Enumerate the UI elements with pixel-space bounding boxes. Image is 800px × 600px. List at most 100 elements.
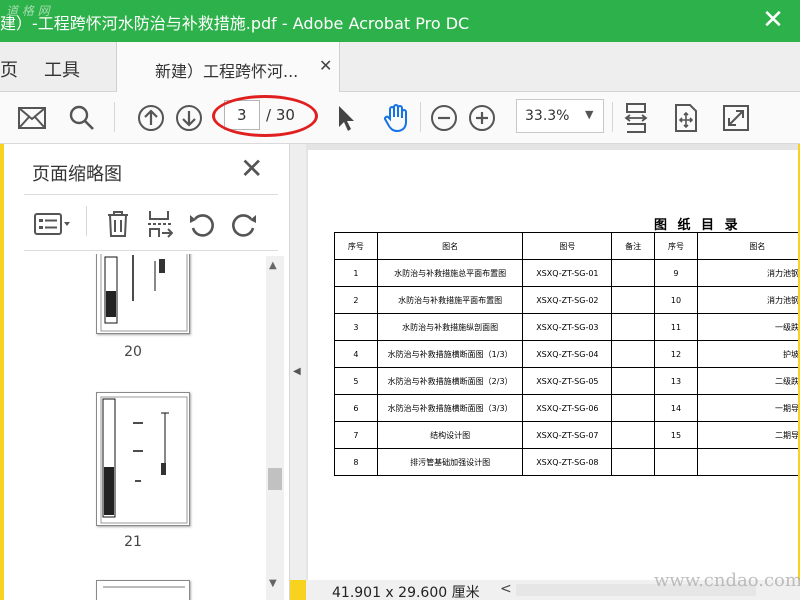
document-view[interactable]: 图 纸 目 录 序号 图名 图号 备注 序号 图名 1 水防治与补救措施总平面布置… xyxy=(306,144,798,580)
table-cell: 水防治与补救措施平面布置图 xyxy=(376,286,524,314)
window-close-button[interactable]: ✕ xyxy=(756,5,790,37)
table-cell: 二级跌水钢 xyxy=(696,367,798,395)
table-cell xyxy=(611,340,656,368)
zoom-out-button[interactable] xyxy=(426,100,462,136)
table-cell xyxy=(611,367,656,395)
extract-page-button[interactable] xyxy=(142,206,178,242)
table-row: 3水防治与补救措施纵剖面图XSXQ-ZT-SG-03 11一级跌水钢 xyxy=(334,313,798,341)
rotate-right-button[interactable] xyxy=(226,206,262,242)
tab-bar: 页 工具 新建）工程跨怀河... ✕ xyxy=(0,42,800,92)
table-cell: 5 xyxy=(334,367,378,395)
trash-icon xyxy=(108,211,128,237)
page-thumbnail-22[interactable] xyxy=(96,580,190,600)
collapse-arrow-icon[interactable]: ◀ xyxy=(293,366,301,377)
zoom-in-button[interactable] xyxy=(464,100,500,136)
select-tool-button[interactable] xyxy=(328,100,364,136)
table-cell: 15 xyxy=(654,421,698,449)
scroll-down-icon[interactable]: ▼ xyxy=(269,578,277,589)
table-row: 7结构设计图XSXQ-ZT-SG-07 15二期导流布 xyxy=(334,421,798,449)
page-thumbnail-drawing xyxy=(100,396,188,524)
tab-document[interactable]: 新建）工程跨怀河... ✕ xyxy=(116,42,340,92)
table-cell: XSXQ-ZT-SG-07 xyxy=(522,421,613,449)
scroll-left-icon[interactable]: < xyxy=(500,581,512,597)
tab-tools[interactable]: 工具 xyxy=(44,56,80,82)
table-cell: 一期导流布 xyxy=(696,394,798,422)
minus-circle-icon xyxy=(431,105,457,131)
table-row: 2水防治与补救措施平面布置图XSXQ-ZT-SG-02 10消力池钢筋图 xyxy=(334,286,798,314)
scroll-up-icon[interactable]: ▲ xyxy=(269,260,277,271)
table-cell: XSXQ-ZT-SG-06 xyxy=(522,394,613,422)
table-cell: 10 xyxy=(654,286,698,314)
panel-title: 页面缩略图 xyxy=(32,164,122,185)
table-row: 4水防治与补救措施横断面图（1/3）XSXQ-ZT-SG-04 12护坡钢筋 xyxy=(334,340,798,368)
zoom-select[interactable]: 33.3% ▼ xyxy=(516,99,604,133)
table-cell: XSXQ-ZT-SG-04 xyxy=(522,340,613,368)
tab-close-icon[interactable]: ✕ xyxy=(319,56,332,75)
table-cell xyxy=(654,448,698,476)
fit-width-button[interactable] xyxy=(618,100,654,136)
fit-page-button[interactable] xyxy=(668,100,704,136)
table-cell xyxy=(611,394,656,422)
table-cell: 13 xyxy=(654,367,698,395)
thumbnail-scrollbar[interactable]: ▲ ▼ xyxy=(266,256,284,600)
thumbnails-panel: 页面缩略图 ✕ 20 21 ▲ ▼ xyxy=(4,144,290,600)
rotate-cw-icon xyxy=(232,214,256,237)
table-cell: XSXQ-ZT-SG-01 xyxy=(522,259,613,287)
previous-page-button[interactable] xyxy=(133,100,169,136)
table-cell: 水防治与补救措施横断面图（2/3） xyxy=(376,367,524,395)
window-title: 建）-工程跨怀河水防治与补救措施.pdf - Adobe Acrobat Pro… xyxy=(0,14,470,33)
header-cell: 图名 xyxy=(376,232,524,260)
table-cell: 14 xyxy=(654,394,698,422)
table-cell: 7 xyxy=(334,421,378,449)
fit-width-icon xyxy=(624,103,648,133)
page-thumbnail-drawing xyxy=(103,586,185,588)
search-button[interactable] xyxy=(64,100,100,136)
drawing-index-table: 序号 图名 图号 备注 序号 图名 1 水防治与补救措施总平面布置图 XSXQ-ZT… xyxy=(334,232,798,476)
table-cell: 3 xyxy=(334,313,378,341)
thumbnail-page-number: 21 xyxy=(124,534,142,550)
page-thumbnail-21[interactable] xyxy=(96,392,190,526)
table-header-row: 序号 图名 图号 备注 序号 图名 xyxy=(334,232,798,260)
arrow-up-circle-icon xyxy=(138,105,164,131)
panel-close-icon[interactable]: ✕ xyxy=(240,154,263,184)
toolbar-separator xyxy=(86,206,87,236)
thumbnail-list: 20 21 xyxy=(4,254,266,600)
rotate-left-button[interactable] xyxy=(184,206,220,242)
thumbnail-options-button[interactable] xyxy=(30,206,76,242)
next-page-button[interactable] xyxy=(171,100,207,136)
toolbar xyxy=(0,92,800,144)
plus-circle-icon xyxy=(469,105,495,131)
header-cell: 备注 xyxy=(611,232,656,260)
fit-page-icon xyxy=(675,104,697,132)
delete-page-button[interactable] xyxy=(100,206,136,242)
panel-toolbar xyxy=(4,202,290,246)
page-thumbnail-20[interactable] xyxy=(96,254,190,334)
table-cell: 1 xyxy=(334,259,378,287)
envelope-icon xyxy=(18,107,46,129)
table-cell: XSXQ-ZT-SG-03 xyxy=(522,313,613,341)
panel-collapse-strip[interactable]: ◀ xyxy=(290,144,306,580)
page-dimensions: 41.901 x 29.600 厘米 xyxy=(332,585,480,600)
site-watermark: www.cndao.com xyxy=(654,570,800,591)
table-row: 6水防治与补救措施横断面图（3/3）XSXQ-ZT-SG-06 14一期导流布 xyxy=(334,394,798,422)
full-screen-button[interactable] xyxy=(718,100,754,136)
table-cell: 4 xyxy=(334,340,378,368)
hand-tool-button[interactable] xyxy=(378,100,414,136)
table-row: 1水防治与补救措施总平面布置图XSXQ-ZT-SG-01 9消力池钢筋图 xyxy=(334,259,798,287)
toolbar-separator xyxy=(114,102,115,132)
header-cell: 图名 xyxy=(696,232,798,260)
table-cell xyxy=(611,448,656,476)
table-cell: XSXQ-ZT-SG-02 xyxy=(522,286,613,314)
table-cell: XSXQ-ZT-SG-05 xyxy=(522,367,613,395)
table-cell: XSXQ-ZT-SG-08 xyxy=(522,448,613,476)
arrow-down-circle-icon xyxy=(176,105,202,131)
email-button[interactable] xyxy=(14,100,50,136)
document-page: 图 纸 目 录 序号 图名 图号 备注 序号 图名 1 水防治与补救措施总平面布置… xyxy=(308,150,798,580)
table-cell: 结构设计图 xyxy=(376,421,524,449)
table-cell: 二期导流布 xyxy=(696,421,798,449)
tab-home[interactable]: 页 xyxy=(0,56,18,82)
hand-icon xyxy=(384,104,407,133)
scrollbar-thumb[interactable] xyxy=(268,468,282,490)
table-cell xyxy=(611,286,656,314)
thumbnail-page-number: 20 xyxy=(124,344,142,360)
